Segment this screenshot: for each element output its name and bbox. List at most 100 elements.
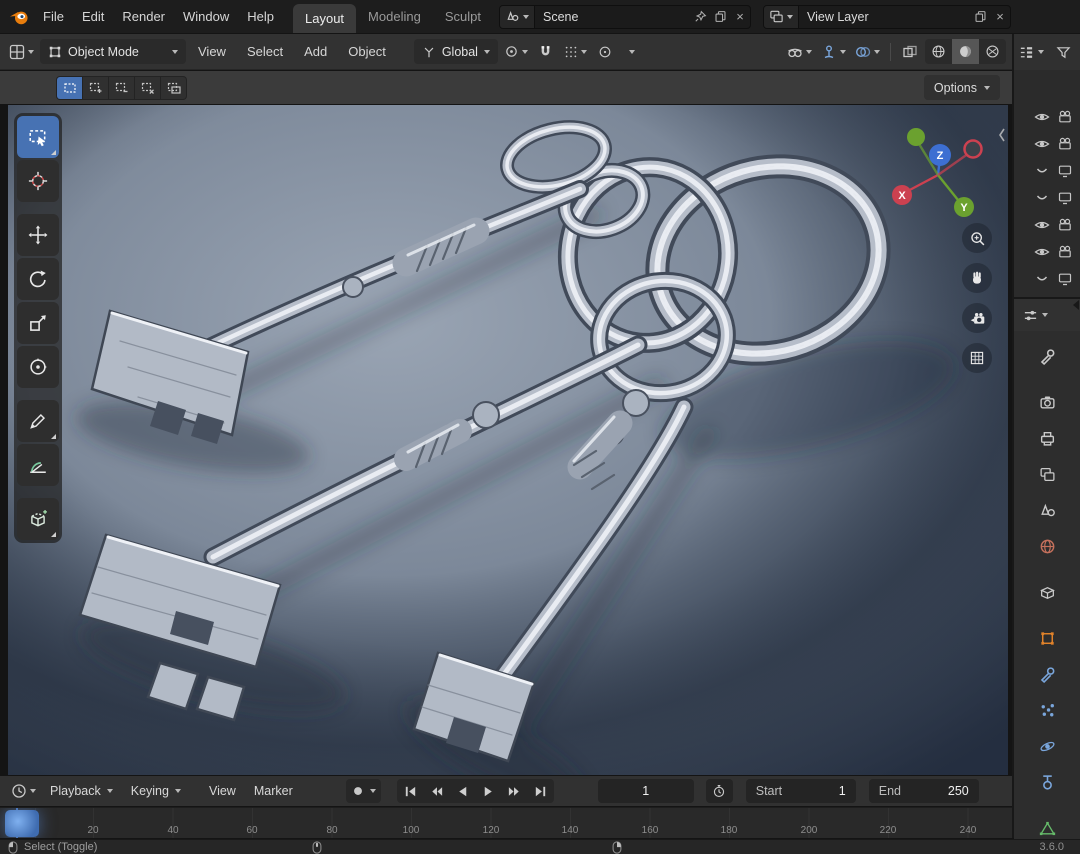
panel-splitter[interactable]: [1073, 300, 1079, 310]
select-mode-new[interactable]: [57, 77, 82, 99]
hide-viewport-toggle eye-icon[interactable]: [1034, 244, 1050, 260]
pan-button[interactable]: [962, 263, 992, 293]
tool-annotate[interactable]: [17, 400, 59, 442]
jump-to-end-button[interactable]: [528, 780, 553, 802]
tool-move[interactable]: [17, 214, 59, 256]
properties-tab-constraints[interactable]: [1026, 767, 1068, 797]
tool-scale[interactable]: [17, 302, 59, 344]
disable-viewport-toggle screen-icon[interactable]: [1057, 190, 1073, 206]
tab-sculpt[interactable]: Sculpt: [433, 0, 487, 33]
select-mode-subtract[interactable]: [109, 77, 134, 99]
disable-viewport-toggle screen-icon[interactable]: [1057, 163, 1073, 179]
navigation-gizmo[interactable]: Z X Y: [882, 117, 994, 229]
unlink-icon[interactable]: ×: [730, 6, 750, 28]
editor-type-button[interactable]: [6, 39, 37, 64]
shading-material-button[interactable]: [979, 39, 1006, 64]
properties-tab-physics[interactable]: [1026, 731, 1068, 761]
menu-view[interactable]: View: [189, 42, 235, 61]
hide-viewport-toggle eye-icon[interactable]: [1034, 109, 1050, 125]
tab-modeling[interactable]: Modeling: [356, 0, 433, 33]
blender-logo-icon[interactable]: [6, 6, 32, 28]
3d-scene[interactable]: [8, 105, 1008, 775]
previous-keyframe-button[interactable]: [424, 780, 449, 802]
play-button[interactable]: [476, 780, 501, 802]
proportional-falloff-dropdown[interactable]: [620, 39, 644, 64]
preview-range-toggle[interactable]: [706, 779, 733, 803]
menu-render[interactable]: Render: [113, 7, 174, 26]
timeline-view-menu[interactable]: View: [202, 782, 243, 800]
proportional-editing-toggle[interactable]: [593, 39, 617, 64]
scene-name[interactable]: Scene: [535, 10, 690, 24]
hide-viewport-toggle eye-icon[interactable]: [1034, 136, 1050, 152]
options-dropdown[interactable]: Options: [924, 75, 1000, 100]
pin-icon[interactable]: [690, 6, 710, 28]
orientation-dropdown[interactable]: Global: [414, 39, 498, 64]
properties-tab-output[interactable]: [1026, 423, 1068, 453]
remove-icon[interactable]: ×: [990, 6, 1010, 28]
gizmo-axis-y-neg[interactable]: [907, 128, 925, 146]
properties-tab-tool[interactable]: [1026, 341, 1068, 371]
shading-solid-button[interactable]: [952, 39, 979, 64]
mode-dropdown[interactable]: Object Mode: [40, 39, 186, 64]
object-visibility-dropdown[interactable]: [784, 39, 815, 64]
view-layer-name[interactable]: View Layer: [799, 10, 970, 24]
menu-help[interactable]: Help: [238, 7, 283, 26]
hide-viewport-toggle eye-icon[interactable]: [1034, 217, 1050, 233]
tool-measure[interactable]: [17, 444, 59, 486]
tool-cursor[interactable]: [17, 160, 59, 202]
menu-select[interactable]: Select: [238, 42, 292, 61]
tool-add-cube[interactable]: [17, 498, 59, 540]
disable-render-toggle camera-icon[interactable]: [1057, 217, 1073, 233]
view-layer-browse-button[interactable]: [764, 6, 799, 28]
marker-menu[interactable]: Marker: [247, 782, 300, 800]
menu-file[interactable]: File: [34, 7, 73, 26]
orthographic-toggle-button[interactable]: [962, 343, 992, 373]
menu-window[interactable]: Window: [174, 7, 238, 26]
select-mode-extend[interactable]: [83, 77, 108, 99]
shading-wireframe-button[interactable]: [925, 39, 952, 64]
menu-add[interactable]: Add: [295, 42, 336, 61]
disable-render-toggle camera-icon[interactable]: [1057, 109, 1073, 125]
properties-tab-particles[interactable]: [1026, 695, 1068, 725]
3d-viewport[interactable]: Z X Y: [8, 105, 1008, 775]
chevron-down-icon[interactable]: [370, 789, 376, 793]
menu-edit[interactable]: Edit: [73, 7, 113, 26]
tool-rotate[interactable]: [17, 258, 59, 300]
keying-menu[interactable]: Keying: [124, 782, 188, 800]
properties-tab-render[interactable]: [1026, 387, 1068, 417]
properties-tab-modifiers[interactable]: [1026, 659, 1068, 689]
next-keyframe-button[interactable]: [502, 780, 527, 802]
xray-toggle[interactable]: [898, 39, 922, 64]
select-mode-intersect[interactable]: [161, 77, 186, 99]
sidebar-toggle[interactable]: [997, 127, 1007, 143]
collapse-toggle chevron-down-icon[interactable]: [1034, 271, 1050, 287]
outliner-editor-icon[interactable]: [1019, 45, 1034, 60]
tab-layout[interactable]: Layout: [293, 4, 356, 33]
tool-transform[interactable]: [17, 346, 59, 388]
playhead[interactable]: [5, 810, 39, 837]
properties-tab-object[interactable]: [1026, 623, 1068, 653]
collapse-toggle chevron-down-icon[interactable]: [1034, 190, 1050, 206]
properties-editor-icon[interactable]: [1023, 308, 1038, 323]
properties-tab-scene[interactable]: [1026, 495, 1068, 525]
select-mode-invert[interactable]: [135, 77, 160, 99]
current-frame-field[interactable]: 1: [598, 779, 694, 803]
properties-tab-view-layer[interactable]: [1026, 459, 1068, 489]
record-icon[interactable]: [351, 784, 365, 798]
properties-tab-world[interactable]: [1026, 531, 1068, 561]
duplicate-icon[interactable]: [710, 6, 730, 28]
collapse-toggle chevron-down-icon[interactable]: [1034, 163, 1050, 179]
timeline-ruler[interactable]: 20 40 60 80 100 120 140 160 180 200 220 …: [0, 807, 1012, 838]
tool-select-box[interactable]: [17, 116, 59, 158]
play-reverse-button[interactable]: [450, 780, 475, 802]
snap-settings-dropdown[interactable]: [561, 39, 590, 64]
disable-viewport-toggle screen-icon[interactable]: [1057, 271, 1073, 287]
end-frame-field[interactable]: End 250: [869, 779, 979, 803]
filter-icon[interactable]: [1056, 45, 1071, 60]
jump-to-start-button[interactable]: [398, 780, 423, 802]
duplicate-icon[interactable]: [970, 6, 990, 28]
pivot-point-dropdown[interactable]: [501, 39, 531, 64]
timeline-editor-type-button[interactable]: [8, 779, 39, 804]
show-overlays-dropdown[interactable]: [852, 39, 883, 64]
zoom-button[interactable]: [962, 223, 992, 253]
